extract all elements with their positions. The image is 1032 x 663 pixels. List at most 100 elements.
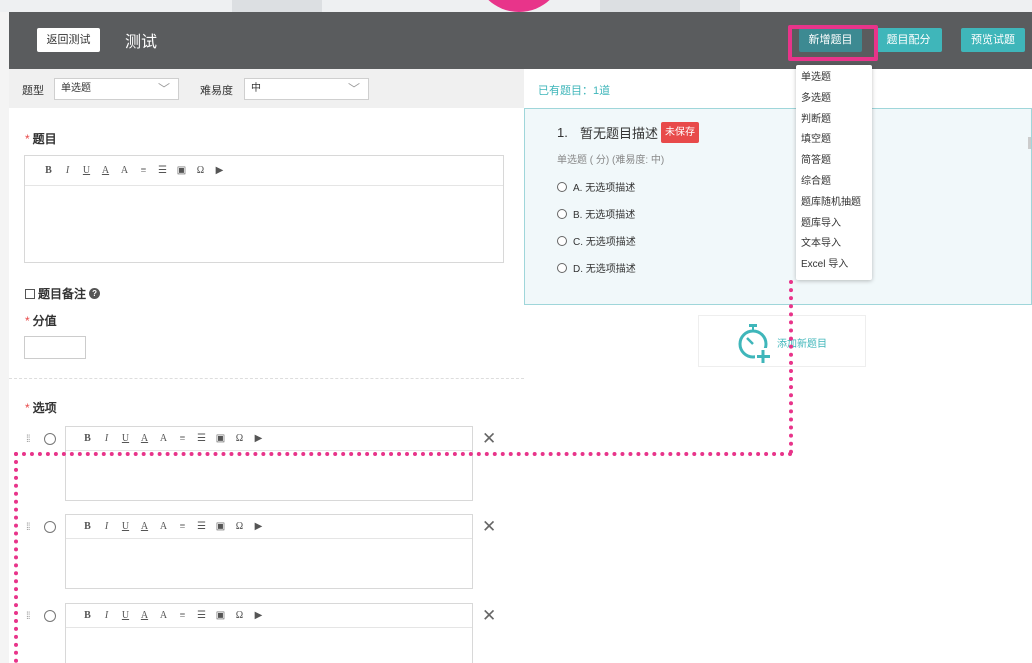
special-char-icon[interactable]: Ω	[230, 610, 249, 621]
top-strip-segment	[232, 0, 322, 12]
font-size-icon[interactable]: A	[154, 521, 173, 532]
score-input[interactable]	[24, 336, 86, 359]
difficulty-label: 难易度	[200, 85, 233, 97]
page-title: 测试	[125, 34, 158, 51]
italic-icon[interactable]: I	[58, 165, 77, 176]
italic-icon[interactable]: I	[97, 433, 116, 444]
add-new-question-card[interactable]: 添加新题目	[698, 315, 866, 367]
font-color-icon[interactable]: A	[96, 165, 115, 176]
preview-option: A. 无选项描述	[557, 179, 635, 194]
ordered-list-icon[interactable]: ≡	[173, 610, 192, 621]
highlight-annotation-box	[788, 25, 878, 61]
underline-icon[interactable]: U	[77, 165, 96, 176]
menu-item-multiple-choice[interactable]: 多选题	[796, 89, 872, 110]
editor-toolbar: B I U A A ≡ ☰ ▣ Ω ▶	[25, 156, 503, 186]
font-color-icon[interactable]: A	[135, 610, 154, 621]
video-icon[interactable]: ▶	[249, 521, 268, 532]
drag-handle-icon[interactable]: ⁞⁞	[26, 434, 30, 445]
question-label: 题目	[32, 132, 57, 146]
font-size-icon[interactable]: A	[154, 610, 173, 621]
close-icon[interactable]: ✕	[482, 429, 496, 449]
font-size-icon[interactable]: A	[154, 433, 173, 444]
video-icon[interactable]: ▶	[210, 165, 229, 176]
ordered-list-icon[interactable]: ≡	[173, 521, 192, 532]
filter-row: 题型 单选题 ﹀ 难易度 中 ﹀	[9, 69, 524, 108]
question-preview-card[interactable]: 1. 暂无题目描述 未保存 单选题 ( 分) (难易度: 中) A. 无选项描述…	[524, 108, 1032, 305]
menu-item-fill-blank[interactable]: 填空题	[796, 130, 872, 151]
bold-icon[interactable]: B	[78, 610, 97, 621]
note-label: 题目备注	[38, 287, 87, 301]
radio-icon[interactable]	[44, 521, 56, 533]
font-size-icon[interactable]: A	[115, 165, 134, 176]
question-title: 暂无题目描述	[580, 126, 659, 141]
video-icon[interactable]: ▶	[249, 433, 268, 444]
question-rich-editor[interactable]: B I U A A ≡ ☰ ▣ Ω ▶	[24, 155, 504, 263]
underline-icon[interactable]: U	[116, 433, 135, 444]
option-rich-editor[interactable]: B I U A A ≡ ☰ ▣ Ω ▶	[65, 514, 473, 589]
options-section-label: * 选项	[25, 399, 57, 416]
menu-item-single-choice[interactable]: 单选题	[796, 68, 872, 89]
menu-item-excel-import[interactable]: Excel 导入	[796, 255, 872, 276]
ordered-list-icon[interactable]: ≡	[134, 165, 153, 176]
radio-icon	[557, 208, 567, 219]
special-char-icon[interactable]: Ω	[230, 433, 249, 444]
bold-icon[interactable]: B	[39, 165, 58, 176]
font-color-icon[interactable]: A	[135, 433, 154, 444]
chevron-down-icon: ﹀	[347, 82, 360, 96]
underline-icon[interactable]: U	[116, 610, 135, 621]
menu-item-bank-import[interactable]: 题库导入	[796, 214, 872, 235]
image-icon[interactable]: ▣	[211, 610, 230, 621]
preview-option: C. 无选项描述	[557, 233, 636, 248]
video-icon[interactable]: ▶	[249, 610, 268, 621]
back-to-test-button[interactable]: 返回测试	[37, 28, 100, 52]
bold-icon[interactable]: B	[78, 521, 97, 532]
menu-item-true-false[interactable]: 判断题	[796, 110, 872, 131]
image-icon[interactable]: ▣	[211, 433, 230, 444]
option-rich-editor[interactable]: B I U A A ≡ ☰ ▣ Ω ▶	[65, 426, 473, 501]
editor-toolbar: B I U A A ≡ ☰ ▣ Ω ▶	[66, 604, 472, 628]
question-note-toggle[interactable]: 题目备注 ?	[25, 285, 101, 302]
help-icon[interactable]: ?	[89, 288, 101, 299]
special-char-icon[interactable]: Ω	[230, 521, 249, 532]
italic-icon[interactable]: I	[97, 521, 116, 532]
image-icon[interactable]: ▣	[172, 165, 191, 176]
close-icon[interactable]: ✕	[482, 606, 496, 626]
option-rich-editor[interactable]: B I U A A ≡ ☰ ▣ Ω ▶	[65, 603, 473, 663]
scrollbar[interactable]	[1028, 137, 1031, 149]
radio-icon	[557, 181, 567, 192]
add-new-question-label: 添加新题目	[777, 339, 827, 350]
ordered-list-icon[interactable]: ≡	[173, 433, 192, 444]
unordered-list-icon[interactable]: ☰	[192, 433, 211, 444]
menu-item-random-from-bank[interactable]: 题库随机抽题	[796, 193, 872, 214]
checkbox-icon[interactable]	[25, 288, 35, 299]
italic-icon[interactable]: I	[97, 610, 116, 621]
question-type-select[interactable]: 单选题 ﹀	[54, 78, 179, 100]
preview-questions-button[interactable]: 预览试题	[961, 28, 1025, 52]
option-row: ⁞⁞ B I U A A ≡ ☰ ▣ Ω ▶ ✕	[9, 603, 524, 663]
menu-item-text-import[interactable]: 文本导入	[796, 234, 872, 255]
preview-option-label: B. 无选项描述	[573, 210, 636, 221]
unordered-list-icon[interactable]: ☰	[192, 521, 211, 532]
close-icon[interactable]: ✕	[482, 517, 496, 537]
drag-handle-icon[interactable]: ⁞⁞	[26, 522, 30, 533]
font-color-icon[interactable]: A	[135, 521, 154, 532]
radio-icon[interactable]	[44, 433, 56, 445]
score-distribution-button[interactable]: 题目配分	[875, 28, 942, 52]
special-char-icon[interactable]: Ω	[191, 165, 210, 176]
underline-icon[interactable]: U	[116, 521, 135, 532]
unordered-list-icon[interactable]: ☰	[192, 610, 211, 621]
bold-icon[interactable]: B	[78, 433, 97, 444]
drag-handle-icon[interactable]: ⁞⁞	[26, 611, 30, 622]
unordered-list-icon[interactable]: ☰	[153, 165, 172, 176]
question-section-label: * 题目	[25, 130, 57, 147]
question-count-value: 1道	[593, 85, 611, 97]
menu-item-short-answer[interactable]: 简答题	[796, 151, 872, 172]
menu-item-comprehensive[interactable]: 综合题	[796, 172, 872, 193]
preview-option: D. 无选项描述	[557, 260, 636, 275]
image-icon[interactable]: ▣	[211, 521, 230, 532]
required-mark: *	[25, 132, 30, 146]
question-count: 已有题目：1道	[538, 82, 610, 98]
radio-icon[interactable]	[44, 610, 56, 622]
score-section-label: * 分值	[25, 312, 57, 329]
difficulty-select[interactable]: 中 ﹀	[244, 78, 369, 100]
